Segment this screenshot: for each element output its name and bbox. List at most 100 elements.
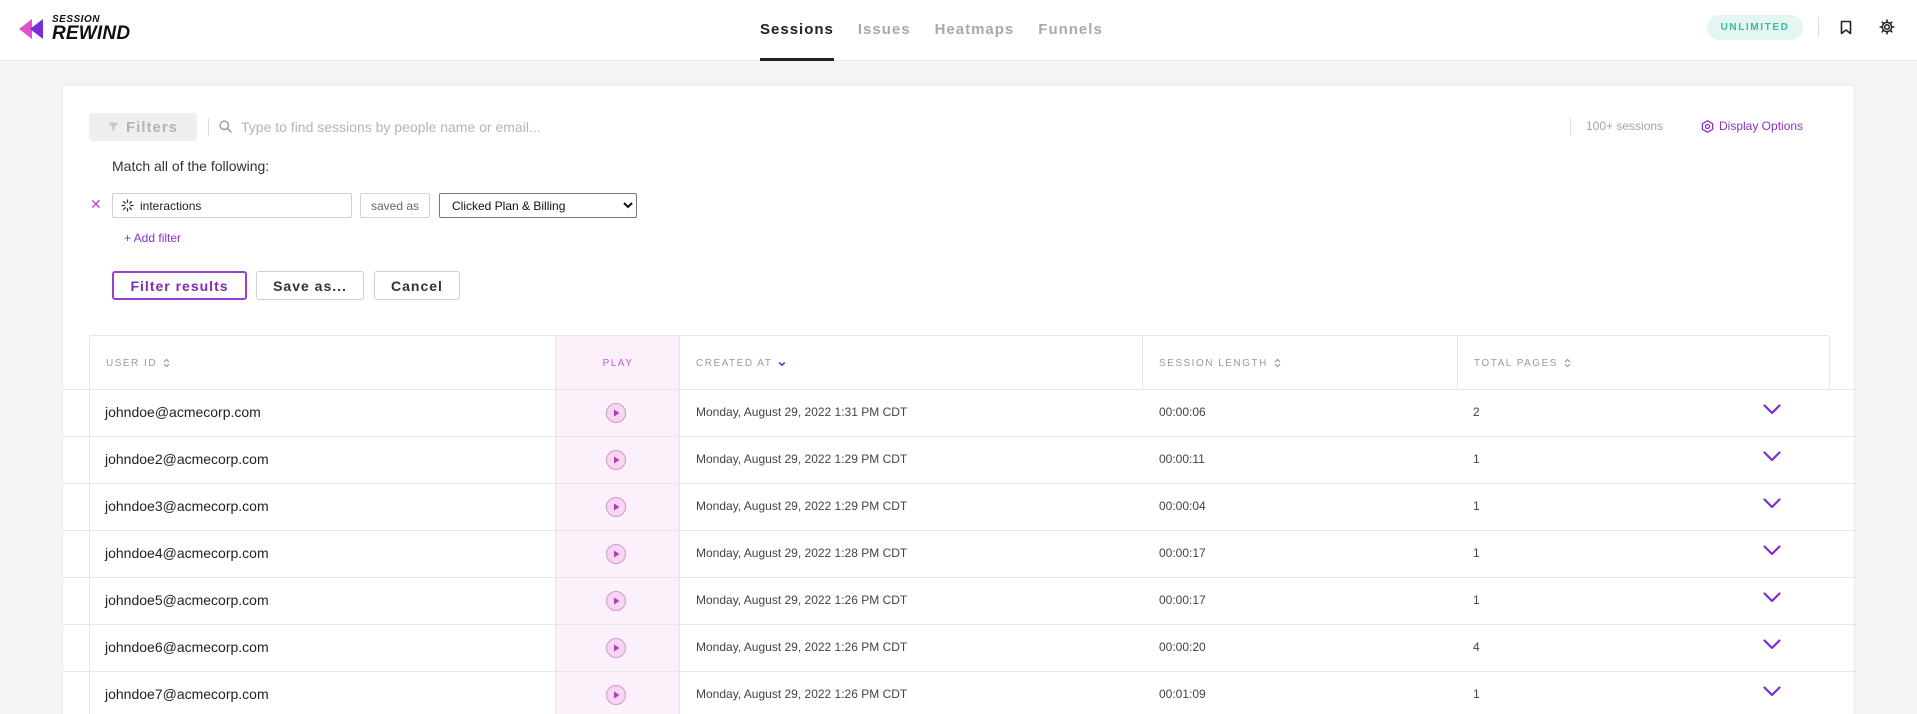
filter-value-select[interactable]: Clicked Plan & Billing <box>439 193 637 218</box>
expand-row-chevron-down-icon[interactable] <box>1763 543 1781 561</box>
expand-row-chevron-down-icon[interactable] <box>1763 496 1781 514</box>
created-at-cell: Monday, August 29, 2022 1:26 PM CDT <box>696 593 908 607</box>
expand-row-chevron-down-icon[interactable] <box>1763 684 1781 702</box>
top-navigation-bar: SESSION REWIND Sessions Issues Heatmaps … <box>0 0 1917 61</box>
total-pages-cell: 1 <box>1473 687 1480 701</box>
user-id-cell: johndoe3@acmecorp.com <box>105 498 269 514</box>
column-header-created-at[interactable]: CREATED AT <box>696 336 786 390</box>
play-session-button[interactable] <box>606 591 626 611</box>
play-icon <box>613 644 619 652</box>
user-id-cell: johndoe@acmecorp.com <box>105 404 261 420</box>
sort-icon <box>163 358 170 368</box>
cancel-button[interactable]: Cancel <box>374 271 460 300</box>
sessions-table: USER ID PLAY CREATED AT SESSION LENGTH T… <box>63 335 1856 714</box>
play-session-button[interactable] <box>606 403 626 423</box>
created-at-cell: Monday, August 29, 2022 1:26 PM CDT <box>696 687 908 701</box>
user-id-cell: johndoe5@acmecorp.com <box>105 592 269 608</box>
add-filter-link[interactable]: + Add filter <box>124 231 181 245</box>
user-id-cell: johndoe6@acmecorp.com <box>105 639 269 655</box>
tab-funnels[interactable]: Funnels <box>1038 0 1103 61</box>
table-row[interactable]: johndoe3@acmecorp.com Monday, August 29,… <box>63 483 1856 530</box>
settings-hexagon-icon <box>1701 119 1714 133</box>
save-as-button[interactable]: Save as... <box>256 271 364 300</box>
session-length-cell: 00:01:09 <box>1159 687 1206 701</box>
filter-operator[interactable]: saved as <box>360 193 430 218</box>
filter-results-button[interactable]: Filter results <box>112 271 247 300</box>
created-at-cell: Monday, August 29, 2022 1:29 PM CDT <box>696 452 908 466</box>
table-row[interactable]: johndoe2@acmecorp.com Monday, August 29,… <box>63 436 1856 483</box>
column-header-label: TOTAL PAGES <box>1474 357 1558 369</box>
rewind-logo-icon <box>19 19 43 39</box>
logo-text-rewind: REWIND <box>52 23 131 44</box>
column-header-play: PLAY <box>602 357 634 369</box>
play-icon <box>613 597 619 605</box>
main-nav-tabs: Sessions Issues Heatmaps Funnels <box>760 0 1127 61</box>
filter-search-bar: Filters 100+ sessions Display Options <box>89 113 1829 141</box>
column-header-user-id[interactable]: USER ID <box>106 336 170 390</box>
display-options-button[interactable]: Display Options <box>1701 119 1803 133</box>
table-row[interactable]: johndoe7@acmecorp.com Monday, August 29,… <box>63 671 1856 714</box>
display-options-label: Display Options <box>1719 119 1804 133</box>
table-row[interactable]: johndoe@acmecorp.com Monday, August 29, … <box>63 389 1856 436</box>
total-pages-cell: 1 <box>1473 499 1480 513</box>
session-length-cell: 00:00:11 <box>1159 452 1205 466</box>
total-pages-cell: 1 <box>1473 593 1480 607</box>
filter-field-select[interactable]: interactions <box>112 193 352 218</box>
table-row[interactable]: johndoe6@acmecorp.com Monday, August 29,… <box>63 624 1856 671</box>
play-session-button[interactable] <box>606 544 626 564</box>
column-header-label: CREATED AT <box>696 357 773 369</box>
session-length-cell: 00:00:17 <box>1159 593 1206 607</box>
play-session-button[interactable] <box>606 497 626 517</box>
sessions-panel: Filters 100+ sessions Display Options Ma… <box>62 85 1856 714</box>
user-id-cell: johndoe4@acmecorp.com <box>105 545 269 561</box>
session-length-cell: 00:00:20 <box>1159 640 1206 654</box>
divider <box>208 118 209 136</box>
column-header-label: USER ID <box>106 357 158 369</box>
sparkle-click-icon <box>121 199 134 212</box>
tab-heatmaps[interactable]: Heatmaps <box>935 0 1015 61</box>
expand-row-chevron-down-icon[interactable] <box>1763 637 1781 655</box>
filters-button[interactable]: Filters <box>89 113 197 141</box>
divider <box>1570 118 1571 136</box>
table-header: USER ID PLAY CREATED AT SESSION LENGTH T… <box>89 335 1830 389</box>
session-length-cell: 00:00:17 <box>1159 546 1206 560</box>
session-length-cell: 00:00:06 <box>1159 405 1206 419</box>
gear-icon[interactable] <box>1877 17 1897 37</box>
play-session-button[interactable] <box>606 450 626 470</box>
created-at-cell: Monday, August 29, 2022 1:26 PM CDT <box>696 640 908 654</box>
filter-funnel-icon <box>108 122 119 131</box>
tab-issues[interactable]: Issues <box>858 0 911 61</box>
tab-sessions[interactable]: Sessions <box>760 0 834 61</box>
user-id-cell: johndoe2@acmecorp.com <box>105 451 269 467</box>
session-search-input[interactable] <box>241 115 841 139</box>
sort-icon <box>1564 358 1571 368</box>
expand-row-chevron-down-icon[interactable] <box>1763 402 1781 420</box>
expand-row-chevron-down-icon[interactable] <box>1763 449 1781 467</box>
total-pages-cell: 4 <box>1473 640 1480 654</box>
filter-field-label: interactions <box>140 198 202 213</box>
user-id-cell: johndoe7@acmecorp.com <box>105 686 269 702</box>
play-icon <box>613 456 619 464</box>
play-icon <box>613 409 619 417</box>
sort-icon <box>1274 358 1281 368</box>
remove-filter-close-icon[interactable]: ✕ <box>90 196 102 213</box>
play-session-button[interactable] <box>606 638 626 658</box>
header-divider <box>1818 17 1819 37</box>
created-at-cell: Monday, August 29, 2022 1:28 PM CDT <box>696 546 908 560</box>
created-at-cell: Monday, August 29, 2022 1:29 PM CDT <box>696 499 908 513</box>
table-row[interactable]: johndoe4@acmecorp.com Monday, August 29,… <box>63 530 1856 577</box>
play-session-button[interactable] <box>606 685 626 705</box>
total-pages-cell: 1 <box>1473 546 1480 560</box>
total-pages-cell: 2 <box>1473 405 1480 419</box>
filters-label: Filters <box>125 118 178 136</box>
table-row[interactable]: johndoe5@acmecorp.com Monday, August 29,… <box>63 577 1856 624</box>
plan-badge[interactable]: UNLIMITED <box>1707 15 1803 40</box>
column-header-session-length[interactable]: SESSION LENGTH <box>1159 336 1281 390</box>
bookmark-icon[interactable] <box>1836 17 1856 37</box>
session-length-cell: 00:00:04 <box>1159 499 1206 513</box>
play-icon <box>613 550 619 558</box>
app-logo[interactable]: SESSION REWIND <box>18 15 130 43</box>
expand-row-chevron-down-icon[interactable] <box>1763 590 1781 608</box>
search-icon <box>219 120 232 133</box>
column-header-total-pages[interactable]: TOTAL PAGES <box>1474 336 1571 390</box>
